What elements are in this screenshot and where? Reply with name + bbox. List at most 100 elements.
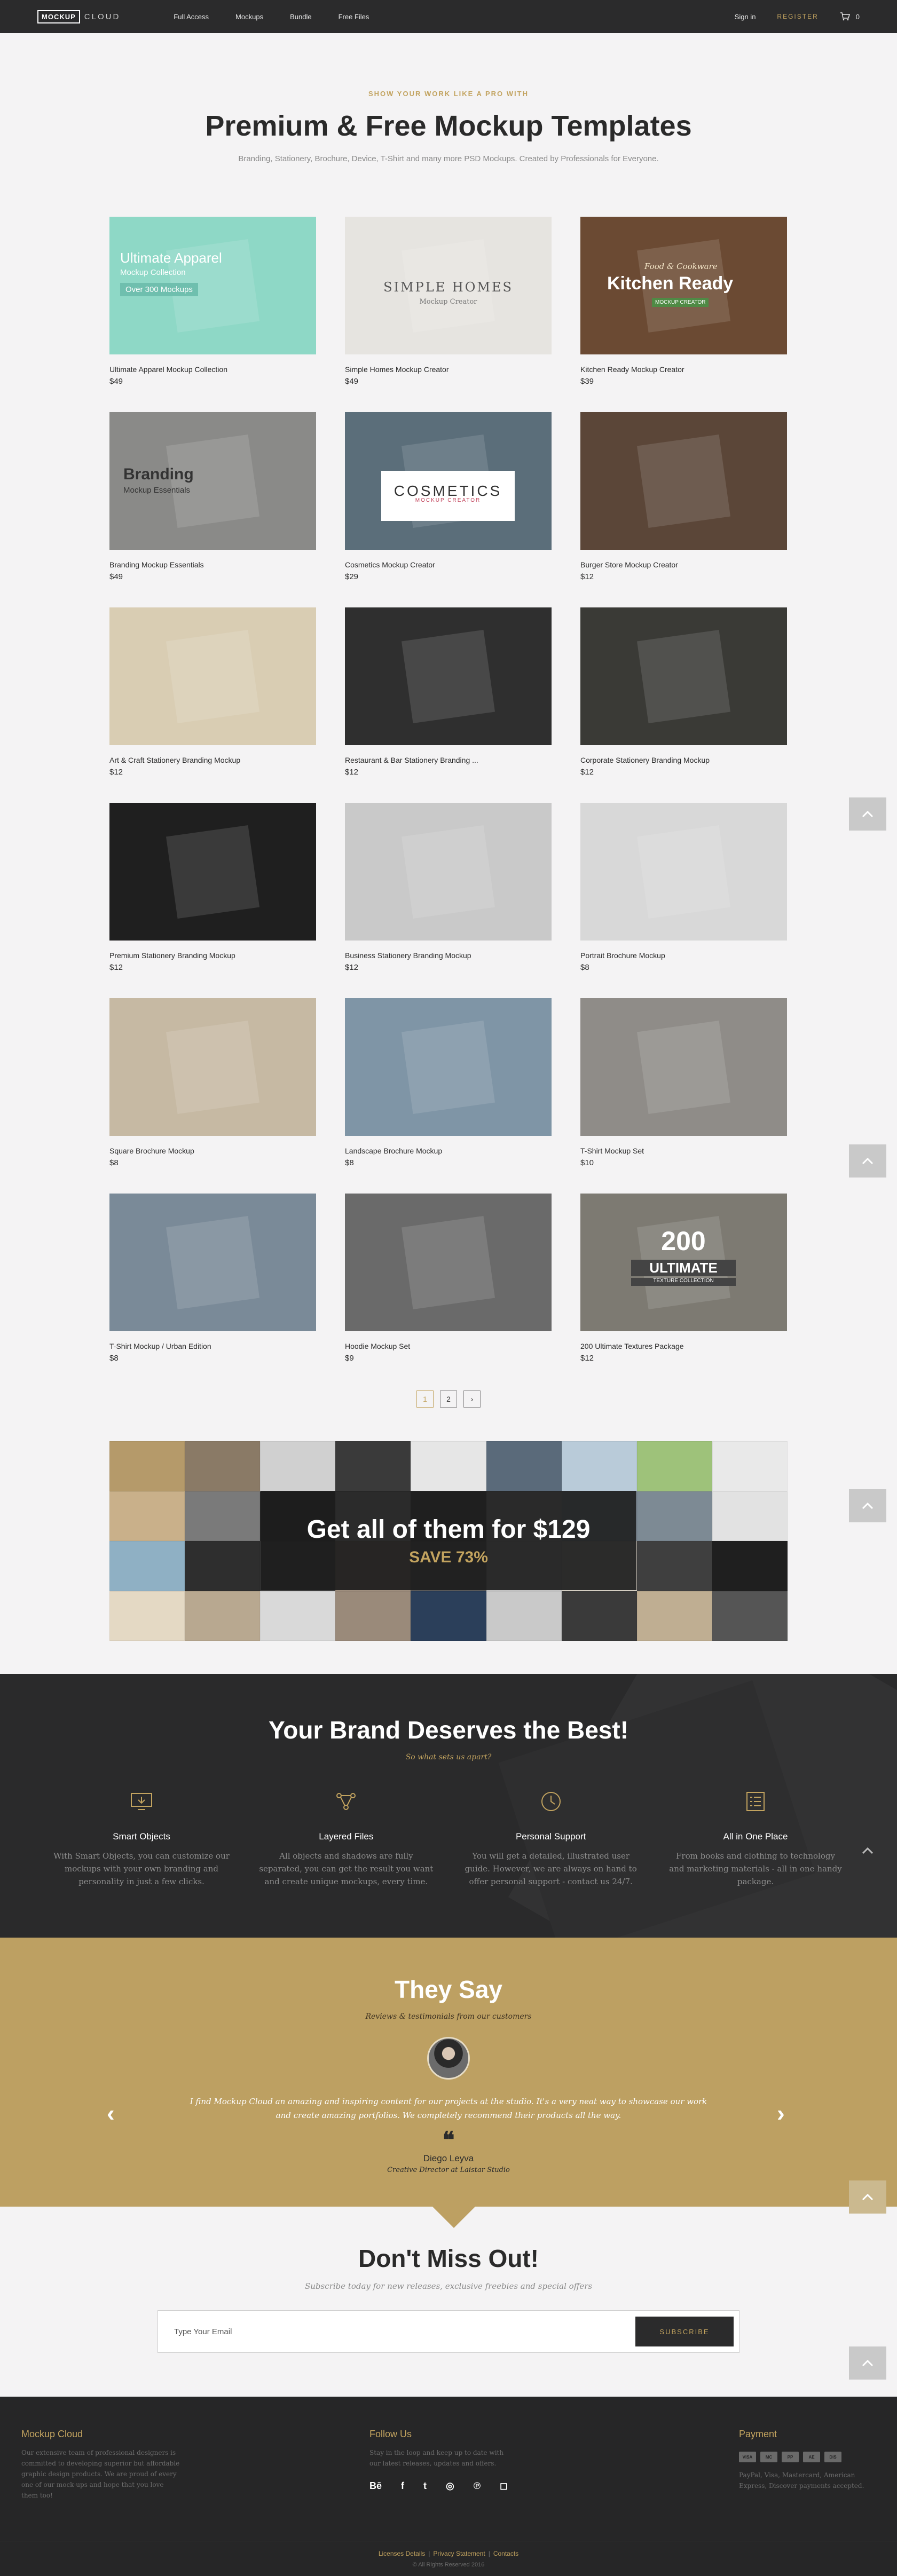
product-card[interactable]: SIMPLE HOMES Mockup Creator Simple Homes M… (345, 217, 552, 396)
page-1-button[interactable]: 1 (416, 1390, 434, 1408)
feature-title: Layered Files (319, 1831, 374, 1842)
quote-icon: ❝ (442, 2127, 455, 2152)
product-card[interactable]: Square Brochure Mockup $8 (109, 998, 316, 1178)
product-title[interactable]: Burger Store Mockup Creator (580, 560, 787, 569)
product-image[interactable] (109, 607, 316, 745)
product-image[interactable] (345, 1194, 552, 1331)
product-image[interactable] (580, 412, 787, 550)
nav-link-free-files[interactable]: Free Files (339, 13, 369, 21)
logo[interactable]: MOCKUP CLOUD (37, 10, 120, 23)
product-card[interactable]: Portrait Brochure Mockup $8 (580, 803, 787, 982)
dribbble-icon[interactable]: ◎ (446, 2480, 454, 2492)
product-image[interactable] (109, 1194, 316, 1331)
product-image[interactable] (109, 803, 316, 941)
product-card[interactable]: Art & Craft Stationery Branding Mockup $1… (109, 607, 316, 787)
product-card[interactable]: Premium Stationery Branding Mockup $12 (109, 803, 316, 982)
feature-smart-objects: Smart Objects With Smart Objects, you ca… (53, 1788, 230, 1888)
product-image[interactable] (345, 998, 552, 1136)
product-title[interactable]: Hoodie Mockup Set (345, 1342, 552, 1350)
product-image[interactable] (109, 998, 316, 1136)
instagram-icon[interactable]: ◻ (500, 2480, 508, 2492)
product-card[interactable]: Food & Cookware Kitchen Ready MOCKUP CREAT… (580, 217, 787, 396)
product-title[interactable]: Branding Mockup Essentials (109, 560, 316, 569)
sign-in-link[interactable]: Sign in (735, 13, 756, 21)
product-title[interactable]: Art & Craft Stationery Branding Mockup (109, 756, 316, 764)
nav-link-mockups[interactable]: Mockups (235, 13, 263, 21)
product-title[interactable]: Restaurant & Bar Stationery Branding ... (345, 756, 552, 764)
product-card[interactable]: Business Stationery Branding Mockup $12 (345, 803, 552, 982)
product-image[interactable]: Ultimate Apparel Mockup Collection Over 30… (109, 217, 316, 354)
carousel-next-button[interactable]: › (777, 2100, 785, 2127)
product-card[interactable]: Restaurant & Bar Stationery Branding ...… (345, 607, 552, 787)
cart-button[interactable]: 0 (840, 12, 860, 21)
carousel-prev-button[interactable]: ‹ (107, 2100, 115, 2127)
back-to-top-button[interactable] (849, 797, 886, 831)
bundle-tile (561, 1441, 637, 1491)
product-card[interactable]: Ultimate Apparel Mockup Collection Over 30… (109, 217, 316, 396)
product-title[interactable]: Corporate Stationery Branding Mockup (580, 756, 787, 764)
bundle-banner[interactable]: Get all of them for $129 SAVE 73% (109, 1441, 788, 1641)
product-price: $8 (345, 1158, 354, 1167)
register-link[interactable]: REGISTER (777, 13, 818, 20)
subscribe-button[interactable]: SUBSCRIBE (635, 2317, 734, 2346)
page-2-button[interactable]: 2 (440, 1390, 457, 1408)
back-to-top-button[interactable] (849, 2346, 886, 2380)
next-page-button[interactable]: › (463, 1390, 481, 1408)
product-image[interactable] (580, 607, 787, 745)
product-image[interactable]: 200 ULTIMATE TEXTURE COLLECTION (580, 1194, 787, 1331)
product-card[interactable]: Burger Store Mockup Creator $12 (580, 412, 787, 591)
product-title[interactable]: Cosmetics Mockup Creator (345, 560, 552, 569)
bundle-tile (335, 1441, 411, 1491)
privacy-link[interactable]: Privacy Statement (433, 2550, 485, 2557)
product-image[interactable] (345, 607, 552, 745)
contacts-link[interactable]: Contacts (493, 2550, 518, 2557)
back-to-top-button[interactable] (849, 1489, 886, 1522)
nav-link-bundle[interactable]: Bundle (290, 13, 311, 21)
product-image[interactable] (580, 803, 787, 941)
behance-icon[interactable]: Bē (369, 2480, 382, 2492)
feature-layered-files: Layered Files All objects and shadows ar… (258, 1788, 434, 1888)
bundle-tile (486, 1441, 562, 1491)
product-card[interactable]: T-Shirt Mockup / Urban Edition $8 (109, 1194, 316, 1373)
product-card[interactable]: Hoodie Mockup Set $9 (345, 1194, 552, 1373)
product-image[interactable]: Food & Cookware Kitchen Ready MOCKUP CREAT… (580, 217, 787, 354)
back-to-top-button[interactable] (849, 1144, 886, 1178)
pinterest-icon[interactable]: ℗ (474, 2480, 481, 2492)
product-card[interactable]: Branding Mockup Essentials Branding Mockup… (109, 412, 316, 591)
licenses-link[interactable]: Licenses Details (379, 2550, 425, 2557)
product-image[interactable]: Branding Mockup Essentials (109, 412, 316, 550)
product-image[interactable] (345, 803, 552, 941)
back-to-top-button[interactable] (849, 1834, 886, 1867)
product-title[interactable]: Kitchen Ready Mockup Creator (580, 365, 787, 374)
testimonial-role: Creative Director at Laistar Studio (387, 2166, 510, 2174)
product-image[interactable] (580, 998, 787, 1136)
back-to-top-button[interactable] (849, 2180, 886, 2214)
product-card[interactable]: T-Shirt Mockup Set $10 (580, 998, 787, 1178)
bundle-overlay: Get all of them for $129 SAVE 73% (261, 1491, 636, 1590)
product-title[interactable]: Simple Homes Mockup Creator (345, 365, 552, 374)
product-card[interactable]: Corporate Stationery Branding Mockup $12 (580, 607, 787, 787)
product-card[interactable]: COSMETICS MOCKUP CREATOR Cosmetics Mockup … (345, 412, 552, 591)
product-image[interactable]: COSMETICS MOCKUP CREATOR (345, 412, 552, 550)
product-title[interactable]: Portrait Brochure Mockup (580, 951, 787, 960)
product-title[interactable]: Premium Stationery Branding Mockup (109, 951, 316, 960)
footer-payment-title: Payment (739, 2429, 777, 2439)
mockup-shape (402, 1215, 495, 1309)
email-field[interactable] (174, 2327, 635, 2336)
pagination: 1 2 › (0, 1390, 897, 1408)
product-title[interactable]: Business Stationery Branding Mockup (345, 951, 552, 960)
clock-icon (541, 1792, 561, 1811)
product-title[interactable]: 200 Ultimate Textures Package (580, 1342, 787, 1350)
product-title[interactable]: Landscape Brochure Mockup (345, 1147, 552, 1155)
product-title[interactable]: T-Shirt Mockup / Urban Edition (109, 1342, 316, 1350)
product-image[interactable]: SIMPLE HOMES Mockup Creator (345, 217, 552, 354)
twitter-icon[interactable]: t (423, 2480, 427, 2492)
facebook-icon[interactable]: f (401, 2480, 404, 2492)
product-card[interactable]: Landscape Brochure Mockup $8 (345, 998, 552, 1178)
product-title[interactable]: Ultimate Apparel Mockup Collection (109, 365, 316, 374)
nav-link-full-access[interactable]: Full Access (174, 13, 209, 21)
product-card[interactable]: 200 ULTIMATE TEXTURE COLLECTION 200 Ultimat… (580, 1194, 787, 1373)
feature-personal-support: Personal Support You will get a detailed… (463, 1788, 639, 1888)
product-title[interactable]: Square Brochure Mockup (109, 1147, 316, 1155)
product-title[interactable]: T-Shirt Mockup Set (580, 1147, 787, 1155)
